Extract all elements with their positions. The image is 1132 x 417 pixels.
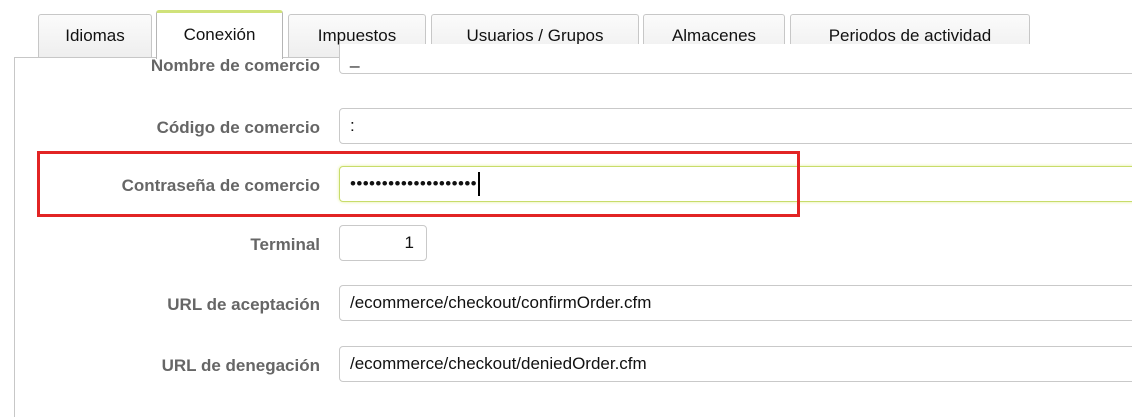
accept-url-label: URL de aceptación (167, 295, 320, 314)
tab-label: Periodos de actividad (828, 25, 992, 45)
tab-label: Almacenes (671, 25, 757, 45)
merchant-name-value: _ (350, 48, 360, 68)
tab-label: Idiomas (65, 25, 125, 45)
merchant-name-input[interactable]: _ (339, 44, 1132, 74)
merchant-code-input[interactable]: : (339, 108, 1132, 144)
terminal-label: Terminal (250, 235, 320, 254)
highlight-box (37, 151, 800, 217)
tab-conexion[interactable]: Conexión (156, 10, 283, 59)
accept-url-input[interactable]: /ecommerce/checkout/confirmOrder.cfm (339, 285, 1132, 321)
tab-label: Conexión (183, 25, 256, 44)
deny-url-input[interactable]: /ecommerce/checkout/deniedOrder.cfm (339, 346, 1132, 382)
terminal-input[interactable]: 1 (339, 225, 427, 261)
tab-idiomas[interactable]: Idiomas (38, 14, 152, 58)
accept-url-value: /ecommerce/checkout/confirmOrder.cfm (350, 293, 652, 312)
merchant-code-label: Código de comercio (156, 118, 320, 137)
terminal-value: 1 (404, 233, 414, 252)
tab-label: Impuestos (317, 25, 397, 45)
merchant-name-label: Nombre de comercio (150, 56, 320, 75)
merchant-code-value: : (350, 116, 355, 135)
deny-url-value: /ecommerce/checkout/deniedOrder.cfm (350, 354, 647, 373)
tab-label: Usuarios / Grupos (466, 25, 604, 45)
deny-url-label: URL de denegación (161, 356, 320, 375)
